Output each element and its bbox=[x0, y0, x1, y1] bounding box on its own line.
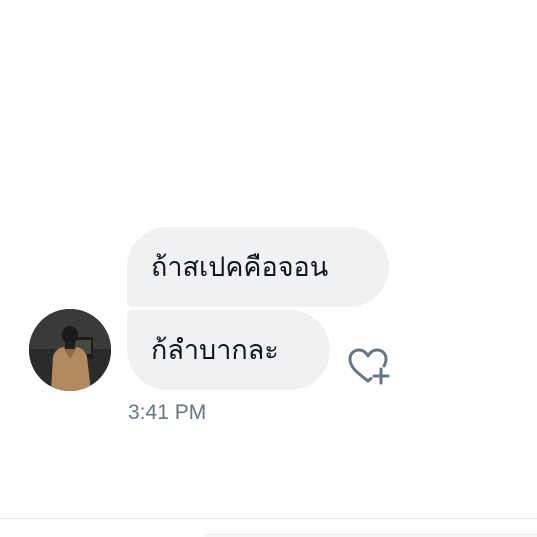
message-timestamp: 3:41 PM bbox=[128, 401, 207, 424]
message-bubble[interactable]: ถ้าสเปคคือจอน bbox=[127, 227, 389, 307]
message-text: ถ้าสเปคคือจอน bbox=[151, 251, 329, 283]
sender-avatar[interactable] bbox=[29, 309, 111, 391]
add-reaction-button[interactable] bbox=[345, 346, 391, 388]
composer-divider bbox=[0, 518, 537, 519]
heart-plus-icon bbox=[348, 348, 390, 385]
message-text: ก้ลำบากละ bbox=[151, 334, 279, 366]
message-bubble[interactable]: ก้ลำบากละ bbox=[127, 310, 330, 390]
dm-conversation: ถ้าสเปคคือจอน ก้ลำบากละ 3:41 PM bbox=[0, 0, 537, 537]
user-photo-avatar bbox=[29, 309, 111, 391]
